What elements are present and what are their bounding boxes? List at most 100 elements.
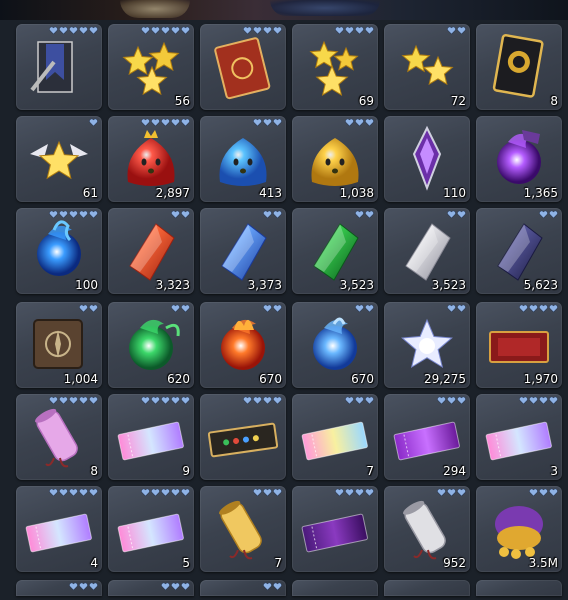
inventory-slot[interactable]: 61 xyxy=(16,116,102,202)
water-orb-icon xyxy=(313,317,357,370)
affinity-hearts xyxy=(355,210,374,219)
item-count: 413 xyxy=(259,186,282,200)
inventory-slot[interactable]: 3,523 xyxy=(384,208,470,294)
blue-crystal-icon xyxy=(221,223,267,281)
heart-icon xyxy=(171,396,180,405)
heart-icon xyxy=(529,488,538,497)
inventory-slot[interactable]: 4 xyxy=(16,486,102,572)
black-card-icon xyxy=(492,34,544,98)
affinity-hearts xyxy=(171,304,190,313)
heart-icon xyxy=(365,304,374,313)
heart-icon xyxy=(243,26,252,35)
heart-icon xyxy=(457,304,466,313)
affinity-hearts xyxy=(345,396,374,405)
heart-icon xyxy=(273,396,282,405)
rainbow-ticket-icon xyxy=(117,513,184,553)
inventory-slot[interactable]: 72 xyxy=(384,24,470,110)
heart-icon xyxy=(263,26,272,35)
item-count: 3.5M xyxy=(528,556,558,570)
heart-icon xyxy=(49,488,58,497)
heart-icon xyxy=(89,118,98,127)
inventory-slot[interactable] xyxy=(292,486,378,572)
affinity-hearts xyxy=(529,488,558,497)
affinity-hearts xyxy=(447,26,466,35)
inventory-slot[interactable] xyxy=(292,580,378,596)
inventory-slot[interactable]: 1,004 xyxy=(16,302,102,388)
affinity-hearts xyxy=(141,396,190,405)
item-count: 1,004 xyxy=(63,372,98,386)
inventory-slot[interactable] xyxy=(200,24,286,110)
heart-icon xyxy=(49,210,58,219)
inventory-slot[interactable]: 2,897 xyxy=(108,116,194,202)
heart-icon xyxy=(79,304,88,313)
heart-icon xyxy=(89,396,98,405)
item-count: 72 xyxy=(450,94,466,108)
heart-icon xyxy=(161,582,170,591)
item-count: 1,365 xyxy=(523,186,558,200)
inventory-slot[interactable]: 413 xyxy=(200,116,286,202)
heart-icon xyxy=(59,488,68,497)
heart-icon xyxy=(539,488,548,497)
affinity-hearts xyxy=(263,582,282,591)
affinity-hearts xyxy=(49,396,98,405)
purple-amulet-icon xyxy=(412,125,442,191)
inventory-slot[interactable]: 3,523 xyxy=(292,208,378,294)
affinity-hearts xyxy=(539,210,558,219)
inventory-slot[interactable] xyxy=(16,580,102,596)
inventory-slot[interactable]: 7 xyxy=(200,486,286,572)
heart-icon xyxy=(49,396,58,405)
inventory-slot[interactable]: 5,623 xyxy=(476,208,562,294)
inventory-slot[interactable]: 110 xyxy=(384,116,470,202)
inventory-slot[interactable]: 100 xyxy=(16,208,102,294)
heart-icon xyxy=(457,396,466,405)
inventory-slot[interactable] xyxy=(476,580,562,596)
affinity-hearts xyxy=(447,210,466,219)
heart-icon xyxy=(151,488,160,497)
heart-icon xyxy=(171,488,180,497)
inventory-slot[interactable]: 3,323 xyxy=(108,208,194,294)
inventory-slot[interactable]: 7 xyxy=(292,394,378,480)
inventory-slot[interactable]: 952 xyxy=(384,486,470,572)
inventory-slot[interactable]: 56 xyxy=(108,24,194,110)
heart-icon xyxy=(457,488,466,497)
red-ticket-icon xyxy=(489,331,549,363)
inventory-slot[interactable]: 9 xyxy=(108,394,194,480)
inventory-slot[interactable]: 29,275 xyxy=(384,302,470,388)
item-count: 620 xyxy=(167,372,190,386)
item-count: 110 xyxy=(443,186,466,200)
heart-icon xyxy=(89,26,98,35)
inventory-slot[interactable]: 5 xyxy=(108,486,194,572)
item-count: 4 xyxy=(90,556,98,570)
inventory-slot[interactable] xyxy=(384,580,470,596)
inventory-slot[interactable]: 1,038 xyxy=(292,116,378,202)
triple-gold-stars-icon xyxy=(122,41,180,96)
inventory-slot[interactable]: 670 xyxy=(200,302,286,388)
affinity-hearts xyxy=(141,118,190,127)
heart-icon xyxy=(457,210,466,219)
inventory-slot[interactable]: 3 xyxy=(476,394,562,480)
spellbook-icon xyxy=(214,37,271,100)
affinity-hearts xyxy=(161,582,190,591)
inventory-slot[interactable] xyxy=(108,580,194,596)
affinity-hearts xyxy=(519,396,558,405)
inventory-slot[interactable]: 3.5M xyxy=(476,486,562,572)
inventory-slot[interactable] xyxy=(200,394,286,480)
inventory-slot[interactable]: 8 xyxy=(16,394,102,480)
inventory-slot[interactable]: 620 xyxy=(108,302,194,388)
inventory-slot[interactable]: 670 xyxy=(292,302,378,388)
pink-scroll-icon xyxy=(35,408,78,468)
inventory-slot[interactable]: 294 xyxy=(384,394,470,480)
inventory-slot[interactable]: 1,365 xyxy=(476,116,562,202)
inventory-slot[interactable] xyxy=(16,24,102,110)
inventory-slot[interactable]: 69 xyxy=(292,24,378,110)
heart-icon xyxy=(79,210,88,219)
inventory-slot[interactable] xyxy=(200,580,286,596)
heart-icon xyxy=(539,396,548,405)
heart-icon xyxy=(171,118,180,127)
item-count: 56 xyxy=(174,94,190,108)
heart-icon xyxy=(59,26,68,35)
inventory-slot[interactable]: 1,970 xyxy=(476,302,562,388)
inventory-slot[interactable]: 8 xyxy=(476,24,562,110)
inventory-slot[interactable]: 3,373 xyxy=(200,208,286,294)
heart-icon xyxy=(345,26,354,35)
